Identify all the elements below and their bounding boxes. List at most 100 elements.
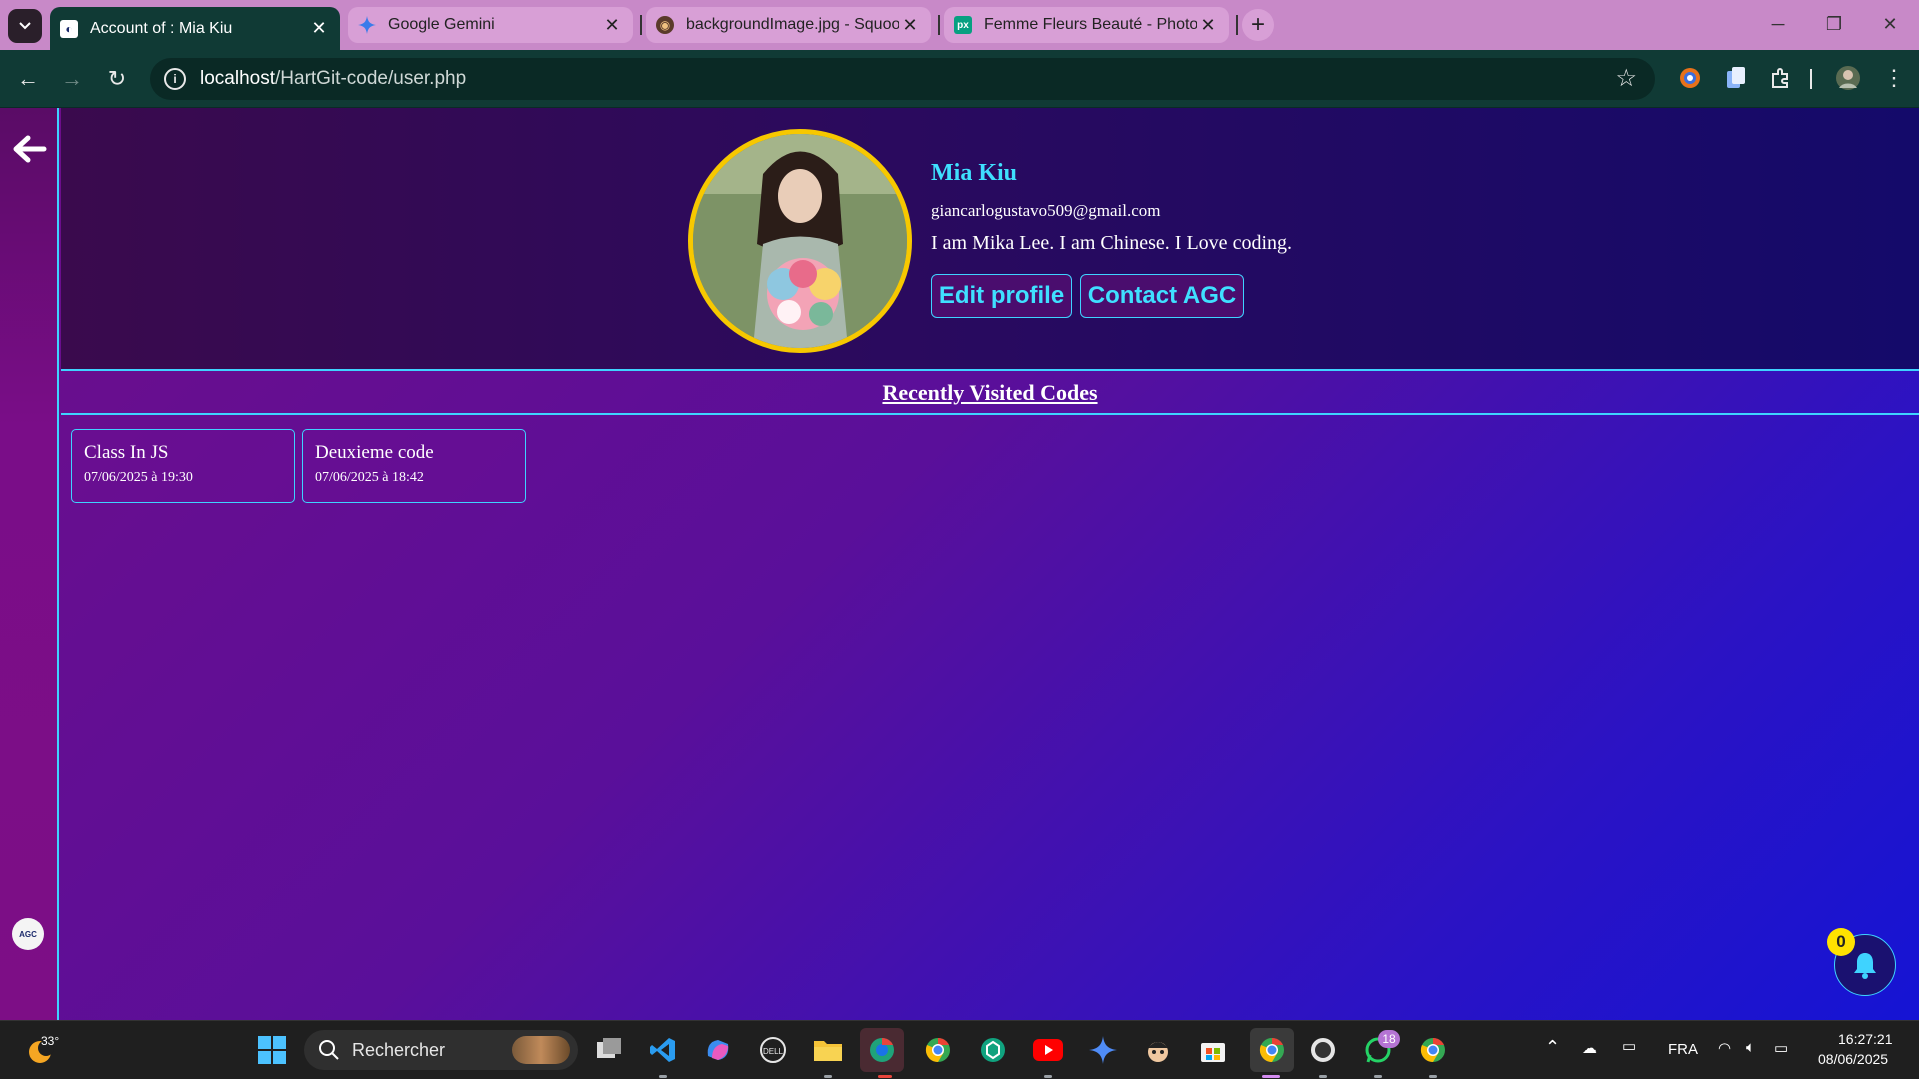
youtube-icon[interactable] <box>1031 1033 1065 1067</box>
plus-icon: + <box>1250 11 1265 38</box>
agc-favicon: ◐ <box>60 19 78 38</box>
running-indicator <box>824 1075 832 1078</box>
code-card-name: Deuxieme code <box>315 442 434 463</box>
tray-overflow-chevron-icon[interactable]: ⌃ <box>1545 1037 1560 1058</box>
onedrive-icon[interactable]: ☁ <box>1582 1039 1597 1057</box>
restore-icon: ❐ <box>1825 13 1843 34</box>
language-indicator[interactable]: FRA <box>1668 1041 1698 1058</box>
new-tab-button[interactable]: + <box>1242 9 1274 41</box>
address-bar: ← → ↻ i localhost/HartGit-code/user.php … <box>0 50 1919 108</box>
forward-button[interactable]: → <box>56 63 88 95</box>
tab-search-button[interactable] <box>8 9 42 43</box>
dell-icon[interactable]: DELL <box>756 1033 790 1067</box>
wifi-icon[interactable]: ◠ <box>1718 1039 1731 1057</box>
profile-header: Mia Kiu giancarlogustavo509@gmail.com I … <box>61 108 1919 371</box>
recent-codes-title: Recently Visited Codes <box>882 380 1098 405</box>
profile-bio: I am Mika Lee. I am Chinese. I Love codi… <box>931 232 1292 254</box>
browser-tab-bar: ◐ Account of : Mia Kiu ✕ Google Gemini ✕… <box>0 0 1919 50</box>
menu-kebab-icon[interactable]: ⋮ <box>1880 64 1908 92</box>
running-indicator <box>1319 1075 1327 1078</box>
running-indicator <box>1429 1075 1437 1078</box>
bookmark-star-icon[interactable]: ☆ <box>1615 64 1637 93</box>
file-explorer-icon[interactable] <box>811 1033 845 1067</box>
clock-time[interactable]: 16:27:21 <box>1838 1031 1893 1047</box>
windows-start-icon[interactable] <box>255 1033 289 1067</box>
copilot-icon[interactable] <box>701 1033 735 1067</box>
reload-button[interactable]: ↻ <box>101 63 133 95</box>
running-indicator <box>1262 1075 1280 1078</box>
minimize-icon: ─ <box>1771 13 1785 34</box>
arrow-left-icon: ← <box>17 66 39 91</box>
clock-date[interactable]: 08/06/2025 <box>1818 1051 1888 1067</box>
site-info-icon[interactable]: i <box>164 68 186 90</box>
code-card-date: 07/06/2025 à 19:30 <box>84 470 193 485</box>
agc-logo[interactable]: AGC <box>12 918 44 950</box>
tab-separator <box>1236 15 1238 35</box>
restore-button[interactable]: ❐ <box>1814 8 1854 40</box>
extensions-puzzle-icon[interactable] <box>1767 64 1795 92</box>
close-window-button[interactable]: ✕ <box>1870 8 1910 40</box>
chrome-secondary-icon[interactable] <box>1416 1033 1450 1067</box>
tab-pexels[interactable]: px Femme Fleurs Beauté - Photo g ✕ <box>944 7 1229 43</box>
notification-count-badge: 0 <box>1827 928 1855 956</box>
squoosh-icon: ◉ <box>656 16 674 34</box>
close-icon: ✕ <box>1882 13 1898 34</box>
page-content: AGC Mia Kiu giancarlogustavo509@gmail.co… <box>0 108 1919 1020</box>
tab-squoosh[interactable]: ◉ backgroundImage.jpg - Squoosh ✕ <box>646 7 931 43</box>
close-icon[interactable]: ✕ <box>601 15 623 36</box>
profile-name: Mia Kiu <box>931 160 1018 186</box>
tab-title: backgroundImage.jpg - Squoosh <box>686 16 899 33</box>
battery-icon[interactable]: ▭ <box>1774 1039 1788 1057</box>
back-button[interactable]: ← <box>12 63 44 95</box>
gemini-sparkle-icon <box>358 16 376 34</box>
bell-icon <box>1854 953 1876 979</box>
vscode-icon[interactable] <box>646 1033 680 1067</box>
tab-title: Google Gemini <box>388 16 495 33</box>
extension-color-icon[interactable] <box>1676 64 1704 92</box>
search-highlight-image <box>512 1036 570 1064</box>
back-arrow-button[interactable] <box>10 130 48 168</box>
display-icon[interactable]: ▭ <box>1622 1037 1636 1055</box>
code-card[interactable]: Class In JS 07/06/2025 à 19:30 <box>71 429 295 503</box>
profile-email: giancarlogustavo509@gmail.com <box>931 201 1161 220</box>
gemini-sparkle-icon[interactable] <box>1086 1033 1120 1067</box>
arrow-left-icon <box>13 135 47 163</box>
chevron-down-icon <box>19 22 31 30</box>
chatgpt-icon[interactable] <box>976 1033 1010 1067</box>
tab-gemini[interactable]: Google Gemini ✕ <box>348 7 633 43</box>
toolbar-separator <box>1810 69 1812 89</box>
profile-photo <box>693 134 907 348</box>
close-icon[interactable]: ✕ <box>1197 15 1219 36</box>
microsoft-store-icon[interactable] <box>1196 1033 1230 1067</box>
url-text: localhost/HartGit-code/user.php <box>200 68 467 89</box>
character-app-icon[interactable] <box>1141 1033 1175 1067</box>
running-indicator <box>1374 1075 1382 1078</box>
volume-icon[interactable]: 🔈︎ <box>1746 1039 1755 1056</box>
extension-files-icon[interactable] <box>1722 64 1750 92</box>
url-input[interactable]: i localhost/HartGit-code/user.php ☆ <box>150 58 1655 100</box>
chrome-dev-icon[interactable] <box>860 1028 904 1072</box>
svg-text:DELL: DELL <box>763 1047 784 1056</box>
task-view-icon[interactable] <box>592 1033 626 1067</box>
whatsapp-unread-badge: 18 <box>1378 1030 1400 1048</box>
arrow-right-icon: → <box>61 66 83 91</box>
running-indicator <box>1044 1075 1052 1078</box>
close-icon[interactable]: ✕ <box>308 18 330 39</box>
tab-account[interactable]: ◐ Account of : Mia Kiu ✕ <box>50 7 340 50</box>
taskbar-search-input[interactable]: Rechercher <box>304 1030 578 1070</box>
minimize-button[interactable]: ─ <box>1758 8 1798 40</box>
code-card[interactable]: Deuxieme code 07/06/2025 à 18:42 <box>302 429 526 503</box>
chrome-icon[interactable] <box>921 1033 955 1067</box>
contact-agc-button[interactable]: Contact AGC <box>1080 274 1244 318</box>
tab-title: Femme Fleurs Beauté - Photo g <box>984 16 1197 33</box>
github-desktop-icon[interactable] <box>1306 1033 1340 1067</box>
chrome-profile-icon[interactable] <box>1250 1028 1294 1072</box>
sidebar: AGC <box>0 108 59 1020</box>
edit-profile-button[interactable]: Edit profile <box>931 274 1072 318</box>
profile-avatar[interactable] <box>1834 64 1862 92</box>
windows-taskbar: 33° Rechercher DELL 18 ⌃ ☁ ▭ FRA ◠ 🔈︎ ▭ … <box>0 1020 1919 1079</box>
close-icon[interactable]: ✕ <box>899 15 921 36</box>
weather-temperature: 33° <box>41 1034 60 1048</box>
recent-codes-header: Recently Visited Codes <box>61 373 1919 415</box>
code-card-name: Class In JS <box>84 442 169 463</box>
